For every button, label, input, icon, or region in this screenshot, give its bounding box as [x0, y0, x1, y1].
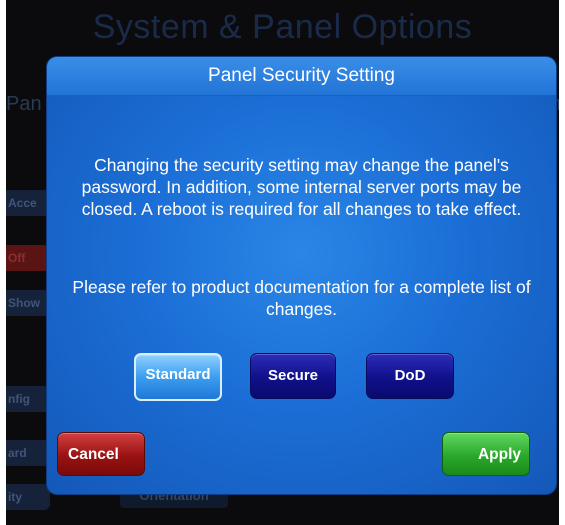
background-side-item: Show [6, 290, 50, 316]
dialog-message: Changing the security setting may change… [81, 155, 522, 219]
background-title: System & Panel Options [92, 8, 473, 46]
background-side-item: Acce [6, 190, 50, 216]
background-side-item: nfig [6, 386, 50, 412]
dialog-message-reference: Please refer to product documentation fo… [72, 277, 531, 319]
dialog-titlebar: Panel Security Setting [47, 57, 556, 96]
secure-option-button[interactable]: Secure [250, 353, 336, 399]
dod-option-button[interactable]: DoD [366, 353, 454, 399]
security-dialog: Panel Security Setting Changing the secu… [47, 57, 556, 494]
background-left-header: Pan [6, 93, 42, 115]
panel-screen: System & Panel Options Pan ons Acce Off … [6, 0, 559, 525]
standard-option-button[interactable]: Standard [134, 353, 222, 401]
background-side-item: ard [6, 440, 50, 466]
background-side-item: ity [6, 484, 50, 510]
cancel-button[interactable]: Cancel [57, 432, 145, 476]
dialog-title: Panel Security Setting [208, 65, 395, 86]
apply-button[interactable]: Apply [442, 432, 530, 476]
background-side-item: Off [6, 245, 50, 271]
